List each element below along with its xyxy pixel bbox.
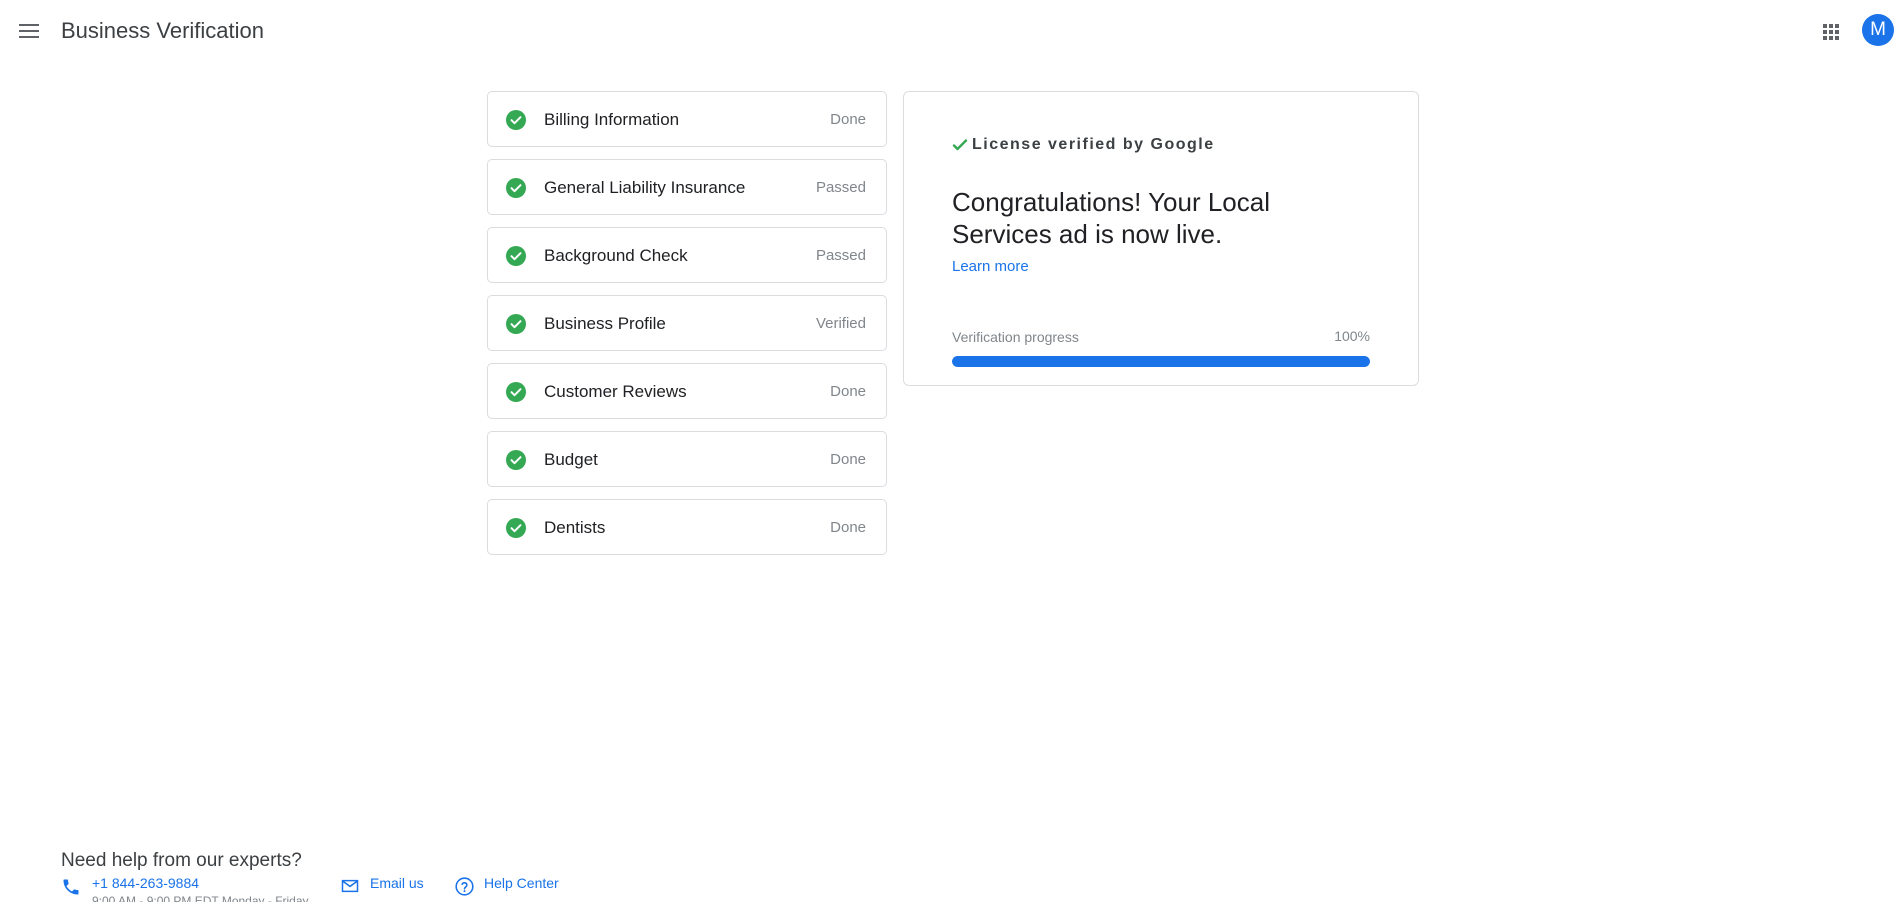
progress-bar-fill [952, 356, 1370, 367]
verification-progress-bar [952, 356, 1370, 367]
step-label: Customer Reviews [544, 382, 687, 401]
step-status: Done [830, 111, 866, 128]
check-circle-icon [506, 450, 526, 470]
learn-more-link[interactable]: Learn more [952, 258, 1029, 275]
step-status: Done [830, 519, 866, 536]
step-label: Billing Information [544, 110, 680, 129]
help-section: Need help from our experts? +1 844-263-9… [61, 850, 661, 902]
step-status: Done [830, 451, 866, 468]
step-status: Done [830, 383, 866, 400]
step-billing-information[interactable]: Billing Information Done [487, 91, 887, 147]
top-app-bar: Business Verification M [0, 0, 1900, 64]
step-label: Business Profile [544, 314, 666, 333]
help-heading: Need help from our experts? [61, 850, 302, 871]
verification-status-card: License verified by Google Congratulatio… [903, 91, 1419, 386]
email-us-link[interactable]: Email us [370, 875, 424, 891]
check-circle-icon [506, 518, 526, 538]
step-label: Budget [544, 450, 598, 469]
step-background-check[interactable]: Background Check Passed [487, 227, 887, 283]
apps-grid-icon[interactable] [1818, 19, 1844, 45]
step-dentists[interactable]: Dentists Done [487, 499, 887, 555]
check-circle-icon [506, 382, 526, 402]
progress-label: Verification progress [952, 329, 1079, 345]
progress-percent: 100% [1334, 328, 1370, 344]
check-circle-icon [506, 178, 526, 198]
step-customer-reviews[interactable]: Customer Reviews Done [487, 363, 887, 419]
hamburger-menu-icon[interactable] [14, 17, 44, 45]
verification-steps-list: Billing Information Done General Liabili… [487, 91, 887, 567]
step-general-liability-insurance[interactable]: General Liability Insurance Passed [487, 159, 887, 215]
step-label: Dentists [544, 518, 606, 537]
check-circle-icon [506, 314, 526, 334]
account-avatar[interactable]: M [1862, 14, 1894, 46]
support-hours: 9:00 AM - 9:00 PM EDT Monday - Friday [92, 894, 309, 902]
step-status: Verified [815, 315, 866, 332]
page-title: Business Verification [61, 18, 264, 43]
checkmark-icon [952, 139, 968, 151]
step-business-profile[interactable]: Business Profile Verified [487, 295, 887, 351]
phone-link[interactable]: +1 844-263-9884 [92, 875, 199, 891]
check-circle-icon [506, 246, 526, 266]
email-icon [341, 879, 359, 893]
step-budget[interactable]: Budget Done [487, 431, 887, 487]
step-label: General Liability Insurance [544, 178, 746, 197]
step-status: Passed [815, 179, 866, 196]
check-circle-icon [506, 110, 526, 130]
license-verified-text: License verified by Google [972, 136, 1215, 153]
congratulations-message: Congratulations! Your Local Services ad … [952, 187, 1271, 249]
step-status: Passed [815, 247, 866, 264]
license-verified-row: License verified by Google [952, 136, 1215, 154]
phone-icon [63, 879, 79, 895]
help-center-link[interactable]: Help Center [484, 875, 559, 891]
help-circle-icon [455, 877, 474, 896]
step-label: Background Check [544, 246, 688, 265]
